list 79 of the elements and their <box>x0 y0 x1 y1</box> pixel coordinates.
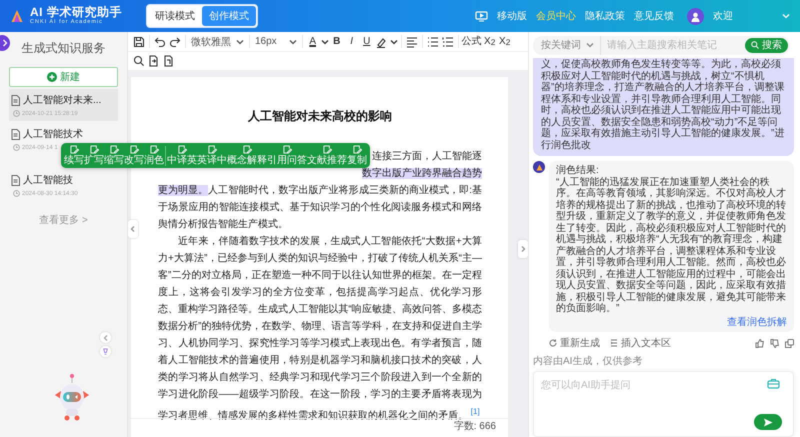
menu-item[interactable]: 润色 <box>144 145 164 166</box>
chevron-right-icon <box>0 39 8 47</box>
reply-text: “人工智能的迅猛发展正在加速重塑人类社会的秩序。在高等教育领域，其影响深远。不仅对高校人才培养的规格提出了新的挑战，也推动了高校环境的转型升级，重新定义了教学的意义，并促使教师角色发生了转变。因此，高校必须积极应对人工智能时代的机遇与挑战，积极培养“人无我有”的教育理念，构建产教融合的人才培养平台，调整课程体系和专业设置，并引导教师合理利用人工智能。然而，高校也必须认识到，在推进人工智能应用的过程中，可能会出现人员安置、数据安全等问题，因此，应采取有效措施，积极引导人工智能的健康发展，避免其可能带来的负面影响。” <box>556 176 787 314</box>
menu-item[interactable]: 扩写 <box>84 145 104 166</box>
chevron-left-icon <box>129 225 137 233</box>
disclaimer-text: 内容由AI生成，仅供参考 <box>533 354 644 368</box>
app-title: AI 学术研究助手 <box>30 6 122 18</box>
document-icon <box>11 128 20 140</box>
search-field[interactable]: 请输入主题搜索相关笔记 <box>601 36 745 54</box>
size-select[interactable]: 16px <box>253 34 299 50</box>
user-avatar[interactable] <box>687 8 704 24</box>
menu-item[interactable]: 复制 <box>347 145 367 166</box>
filter-select[interactable]: 按关键词 <box>533 36 601 54</box>
caret-down-icon <box>288 38 297 46</box>
send-icon <box>763 418 773 426</box>
insert-lines-icon <box>610 339 618 347</box>
nav-link[interactable]: 会员中心 <box>536 9 576 23</box>
menu-item[interactable]: 文献推荐 <box>307 145 347 166</box>
underline-button[interactable]: U <box>360 32 374 50</box>
assistant-avatar <box>533 161 545 173</box>
menu-item[interactable]: 引用问答 <box>267 145 307 166</box>
document-title: 人工智能对未来高校的影响 <box>247 109 393 123</box>
menu-item[interactable]: 改写 <box>124 145 144 166</box>
font-select[interactable]: 微软雅黑 <box>189 34 246 50</box>
question-input[interactable]: 您可以向AI助手提问 <box>533 371 794 437</box>
reply-heading: 润色结果: <box>556 165 600 176</box>
formula-button[interactable]: 公式 <box>462 32 482 50</box>
caret-down-icon <box>236 38 244 46</box>
word-count: 字数: 666 <box>454 420 496 433</box>
thumbs-up-icon[interactable] <box>755 338 764 348</box>
caret-down-icon <box>390 38 398 46</box>
menu-item[interactable]: 缩写 <box>104 145 124 166</box>
logo-icon <box>10 9 24 23</box>
collapse-button[interactable] <box>128 220 138 238</box>
caret-down-icon <box>782 12 790 20</box>
document-icon <box>11 94 20 106</box>
thumbs-down-icon[interactable] <box>770 338 779 348</box>
regenerate-button[interactable]: 重新生成 <box>549 336 600 350</box>
caret-down-icon <box>586 41 594 49</box>
item-title: 人工智能对未来... <box>23 94 102 107</box>
search-icon <box>751 41 759 49</box>
lightbulb-icon <box>102 348 109 355</box>
expand-button[interactable] <box>518 240 528 258</box>
citation-link[interactable]: [1] <box>470 407 480 416</box>
insert-button[interactable]: 插入文本区 <box>610 336 671 350</box>
clock-icon <box>13 144 20 151</box>
nav-link[interactable]: 意见反馈 <box>634 9 674 23</box>
chevron-left-icon <box>102 334 110 342</box>
menu-item[interactable]: 中译英 <box>167 145 197 166</box>
user-message: 义，促使高校教师角色发生转变等等。为此，高校必须积极应对人工智能时代的机遇与挑战，树立“不惧机器”的培养理念，打造产教融合的人才培养平台，调整课程体系和专业设置，并引导教师合理利用人工智能。同时，高校也必须认识到在推进人工智能应用中可能出现的人员安置、数据安全隐患和弱势高校“动力”不足等问题，应采取有效措施主动引导人工智能的健康发展。”进行润色批改 <box>533 58 794 156</box>
mode-tab[interactable]: 研读模式 <box>148 6 202 26</box>
sidebar-title: 生成式知识服务 <box>20 40 106 57</box>
more-link[interactable]: 查看更多 > <box>39 213 88 227</box>
welcome-text: 欢迎 <box>713 10 733 23</box>
copy-icon[interactable] <box>785 338 794 348</box>
nav-link[interactable]: 隐私政策 <box>585 9 625 23</box>
send-button[interactable] <box>754 414 782 430</box>
monitor-icon[interactable] <box>475 10 488 22</box>
document-icon <box>11 174 20 186</box>
plus-circle-icon <box>47 72 57 82</box>
item-title: 人工智能技 <box>23 174 73 187</box>
font-color-button[interactable]: A <box>306 32 320 50</box>
chevron-right-icon <box>519 245 527 253</box>
breakdown-link[interactable]: 查看润色拆解 <box>727 316 787 328</box>
caret-down-icon <box>320 38 329 46</box>
clock-icon <box>13 110 20 117</box>
clock-icon <box>13 190 20 197</box>
search-button[interactable]: 搜索 <box>745 38 788 52</box>
bold-button[interactable]: B <box>330 32 344 50</box>
nav-link[interactable]: 移动版 <box>497 9 527 23</box>
item-title: 人工智能技术 <box>23 128 83 141</box>
menu-item[interactable]: 概念解释 <box>227 145 267 166</box>
refresh-icon <box>549 339 557 347</box>
italic-button[interactable]: I <box>344 32 359 50</box>
new-button[interactable]: 新建 <box>9 67 118 87</box>
menu-item[interactable]: 续写 <box>64 145 84 166</box>
hint-button[interactable] <box>100 346 111 357</box>
mode-tab[interactable]: 创作模式 <box>202 6 256 26</box>
menu-item[interactable]: 英译中 <box>197 145 227 166</box>
